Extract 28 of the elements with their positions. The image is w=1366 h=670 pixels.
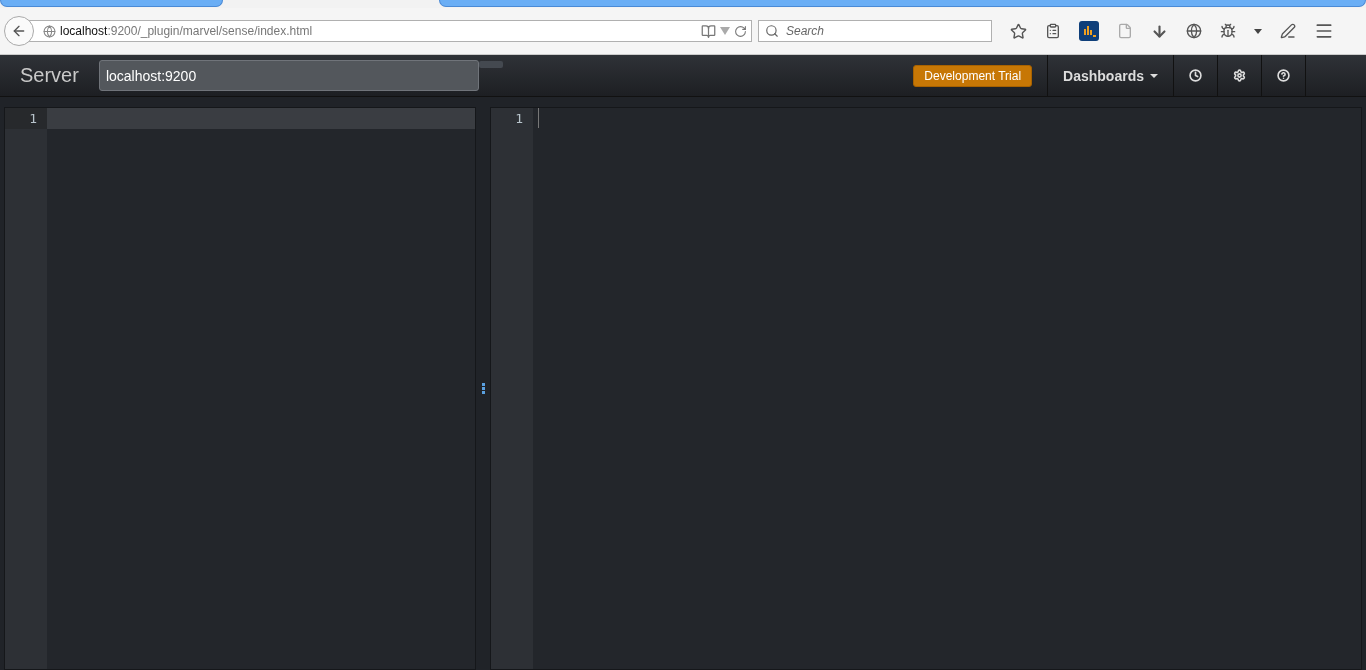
- back-button[interactable]: [4, 16, 34, 46]
- code-editor[interactable]: 1: [4, 107, 476, 670]
- globe-icon: [43, 24, 56, 38]
- reload-icon[interactable]: [734, 24, 747, 38]
- dropdown-icon[interactable]: [1254, 28, 1262, 34]
- globe-icon[interactable]: [1186, 23, 1202, 39]
- clock-icon: [1189, 69, 1202, 82]
- url-text: localhost:9200/_plugin/marvel/sense/index.html: [60, 24, 314, 38]
- server-input[interactable]: localhost:9200: [98, 60, 479, 91]
- help-icon: [1277, 69, 1290, 82]
- star-icon[interactable]: [1010, 22, 1027, 40]
- line-number: 1: [5, 108, 47, 129]
- settings-icon: [1233, 69, 1246, 82]
- text-cursor: [538, 108, 539, 128]
- search-field[interactable]: Search: [758, 20, 992, 42]
- bug-icon[interactable]: [1220, 23, 1236, 39]
- clipboard-icon[interactable]: [1045, 23, 1061, 39]
- pen-icon[interactable]: [1280, 23, 1296, 39]
- search-icon: [765, 24, 779, 38]
- menu-icon[interactable]: [1314, 21, 1334, 41]
- resize-handle[interactable]: [481, 383, 485, 394]
- download-icon[interactable]: [1151, 22, 1168, 40]
- address-bar[interactable]: localhost:9200/_plugin/marvel/sense/index.html: [28, 20, 752, 42]
- bar-chart-icon[interactable]: [1079, 21, 1099, 41]
- reader-view-icon[interactable]: [701, 23, 716, 39]
- dashboards-menu[interactable]: Dashboards: [1047, 55, 1173, 96]
- brand-title: Server: [20, 64, 79, 87]
- code-editor[interactable]: 1: [490, 107, 1362, 670]
